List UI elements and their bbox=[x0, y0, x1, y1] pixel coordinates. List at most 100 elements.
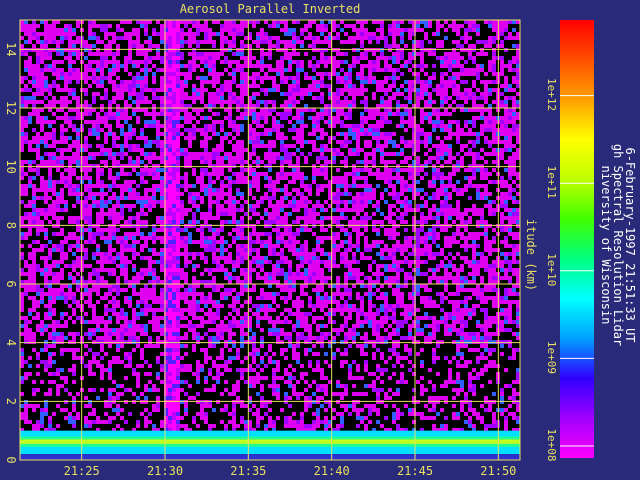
heatmap-cell bbox=[236, 84, 240, 88]
heatmap-cell bbox=[296, 52, 300, 56]
heatmap-cell bbox=[24, 232, 28, 236]
heatmap-cell bbox=[448, 244, 452, 248]
heatmap-cell bbox=[120, 144, 124, 148]
heatmap-cell bbox=[176, 256, 180, 260]
heatmap-cell bbox=[92, 268, 96, 272]
heatmap-cell bbox=[456, 60, 460, 64]
heatmap-cell bbox=[68, 192, 72, 196]
heatmap-cell bbox=[512, 196, 516, 200]
heatmap-cell bbox=[200, 24, 204, 28]
heatmap-cell bbox=[180, 56, 184, 60]
heatmap-cell bbox=[156, 128, 160, 132]
heatmap-cell bbox=[40, 136, 44, 140]
heatmap-cell bbox=[292, 176, 296, 180]
heatmap-cell bbox=[312, 36, 316, 40]
heatmap-cell bbox=[160, 256, 164, 260]
heatmap-cell bbox=[240, 72, 244, 76]
heatmap-cell bbox=[372, 124, 376, 128]
heatmap-cell bbox=[304, 36, 308, 40]
heatmap-cell bbox=[56, 116, 60, 120]
heatmap-cell bbox=[60, 76, 64, 80]
heatmap-cell bbox=[60, 180, 64, 184]
heatmap-cell bbox=[180, 88, 184, 92]
heatmap-cell bbox=[332, 20, 336, 24]
heatmap-cell bbox=[484, 40, 488, 44]
heatmap-cell bbox=[24, 224, 28, 228]
heatmap-cell bbox=[92, 20, 96, 24]
heatmap-cell bbox=[108, 260, 112, 264]
heatmap-cell bbox=[304, 204, 308, 208]
heatmap-cell bbox=[344, 88, 348, 92]
heatmap-cell bbox=[44, 56, 48, 60]
heatmap-cell bbox=[224, 100, 228, 104]
heatmap-cell bbox=[220, 184, 224, 188]
heatmap-cell bbox=[484, 140, 488, 144]
heatmap-cell bbox=[72, 48, 76, 52]
heatmap-cell bbox=[516, 212, 520, 216]
heatmap-cell bbox=[220, 120, 224, 124]
heatmap-cell bbox=[436, 152, 440, 156]
heatmap-cell bbox=[400, 176, 404, 180]
heatmap-cell bbox=[76, 72, 80, 76]
heatmap-cell bbox=[152, 192, 156, 196]
heatmap-cell bbox=[24, 100, 28, 104]
heatmap-cell bbox=[208, 124, 212, 128]
heatmap-cell bbox=[332, 180, 336, 184]
heatmap-cell bbox=[140, 128, 144, 132]
heatmap-cell bbox=[508, 96, 512, 100]
heatmap-cell bbox=[228, 32, 232, 36]
heatmap-cell bbox=[44, 136, 48, 140]
heatmap-cell bbox=[344, 96, 348, 100]
heatmap-cell bbox=[352, 88, 356, 92]
heatmap-cell bbox=[432, 196, 436, 200]
heatmap-cell bbox=[448, 152, 452, 156]
heatmap-cell bbox=[36, 140, 40, 144]
heatmap-cell bbox=[44, 132, 48, 136]
heatmap-cell bbox=[372, 116, 376, 120]
heatmap-cell bbox=[304, 224, 308, 228]
heatmap-cell bbox=[472, 160, 476, 164]
heatmap-cell bbox=[240, 20, 244, 24]
heatmap-cell bbox=[340, 260, 344, 264]
heatmap-cell bbox=[252, 136, 256, 140]
heatmap-cell bbox=[372, 172, 376, 176]
heatmap-cell bbox=[352, 48, 356, 52]
heatmap-cell bbox=[136, 228, 140, 232]
heatmap-cell bbox=[184, 224, 188, 228]
heatmap-cell bbox=[404, 212, 408, 216]
heatmap-cell bbox=[420, 188, 424, 192]
heatmap-cell bbox=[184, 64, 188, 68]
heatmap-cell bbox=[292, 240, 296, 244]
heatmap-cell bbox=[352, 268, 356, 272]
heatmap-cell bbox=[236, 68, 240, 72]
heatmap-cell bbox=[152, 140, 156, 144]
heatmap-cell bbox=[120, 264, 124, 268]
heatmap-cell bbox=[452, 132, 456, 136]
heatmap-cell bbox=[256, 44, 260, 48]
heatmap-cell bbox=[228, 184, 232, 188]
heatmap-cell bbox=[368, 108, 372, 112]
heatmap-cell bbox=[204, 88, 208, 92]
heatmap-cell bbox=[156, 168, 160, 172]
heatmap-cell bbox=[156, 48, 160, 52]
heatmap-cell bbox=[32, 76, 36, 80]
heatmap-cell bbox=[424, 116, 428, 120]
heatmap-cell bbox=[68, 40, 72, 44]
heatmap-cell bbox=[216, 200, 220, 204]
heatmap-cell bbox=[40, 248, 44, 252]
heatmap-cell bbox=[408, 208, 412, 212]
heatmap-cell bbox=[504, 84, 508, 88]
heatmap-cell bbox=[368, 192, 372, 196]
heatmap-cell bbox=[176, 92, 180, 96]
heatmap-cell bbox=[436, 156, 440, 160]
heatmap-cell bbox=[396, 200, 400, 204]
heatmap-cell bbox=[356, 244, 360, 248]
heatmap-cell bbox=[68, 28, 72, 32]
heatmap-cell bbox=[480, 132, 484, 136]
heatmap-cell bbox=[360, 84, 364, 88]
heatmap-cell bbox=[228, 192, 232, 196]
heatmap-cell bbox=[48, 212, 52, 216]
heatmap-cell bbox=[84, 188, 88, 192]
heatmap-cell bbox=[124, 220, 128, 224]
heatmap-cell bbox=[456, 208, 460, 212]
